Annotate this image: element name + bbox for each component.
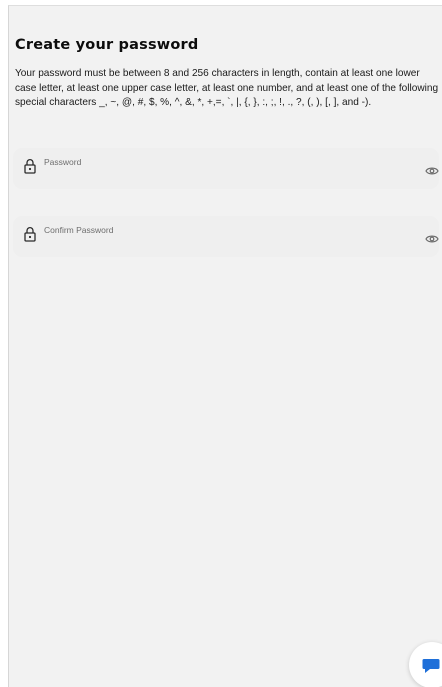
password-field[interactable]: Password bbox=[13, 148, 439, 189]
password-field-label: Password bbox=[44, 157, 82, 167]
eye-icon[interactable] bbox=[425, 231, 439, 243]
confirm-password-field-label: Confirm Password bbox=[44, 225, 114, 235]
page-title: Create your password bbox=[15, 37, 199, 53]
confirm-password-field[interactable]: Confirm Password bbox=[13, 216, 439, 257]
eye-icon[interactable] bbox=[425, 163, 439, 175]
lock-icon bbox=[24, 158, 36, 174]
password-panel: Create your password Your password must … bbox=[8, 5, 442, 687]
password-requirements-text: Your password must be between 8 and 256 … bbox=[15, 68, 439, 108]
lock-icon bbox=[24, 226, 36, 242]
chat-button[interactable] bbox=[409, 642, 442, 687]
screen: Create your password Your password must … bbox=[0, 0, 442, 687]
